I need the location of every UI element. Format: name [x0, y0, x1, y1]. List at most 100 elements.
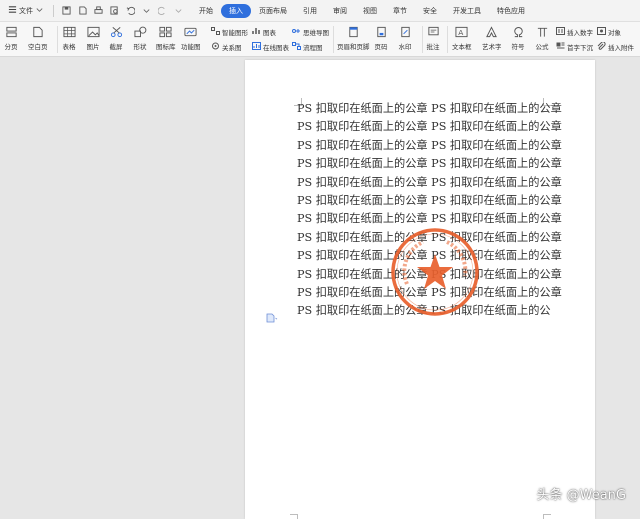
- blank-page-icon: [31, 25, 45, 38]
- text-line: PS 扣取印在纸面上的公章 PS 扣取印在纸面上的公章: [297, 138, 562, 152]
- number-icon: [556, 27, 565, 37]
- flowchart-button[interactable]: 流程图: [292, 42, 323, 52]
- shape-button[interactable]: 形状: [133, 25, 147, 51]
- smart-art-button[interactable]: 智能图形: [211, 27, 248, 37]
- online-chart-icon: [252, 42, 261, 52]
- insert-attachment-label: 插入附件: [608, 44, 634, 52]
- hamburger-icon: [8, 5, 17, 16]
- wordart-label: 艺术字: [482, 43, 502, 51]
- header-footer-button[interactable]: 页眉和页脚: [337, 25, 370, 51]
- text-line: PS 扣取印在纸面上的公章 PS 扣取印在纸面上的公章: [297, 102, 562, 115]
- icon-library-button[interactable]: 图标库: [156, 25, 176, 51]
- omega-icon: [511, 25, 525, 38]
- chart-label: 图表: [263, 29, 276, 37]
- wordart-button[interactable]: 艺术字: [482, 25, 502, 51]
- textbox-button[interactable]: A 文本框: [452, 25, 472, 51]
- flowchart-label: 流程图: [303, 44, 323, 52]
- icon-library-icon: [159, 25, 173, 38]
- divider: [447, 26, 448, 53]
- insert-number-label: 插入数字: [567, 29, 593, 37]
- divider: [333, 26, 334, 53]
- shape-icon: [133, 25, 147, 38]
- tab-references[interactable]: 引用: [295, 4, 325, 18]
- undo-icon[interactable]: [125, 6, 135, 16]
- symbol-button[interactable]: 符号: [511, 25, 525, 51]
- mind-map-button[interactable]: 思维导图: [292, 27, 329, 37]
- redo-icon[interactable]: [157, 6, 167, 16]
- margin-corner-mark: [543, 514, 551, 519]
- margin-corner-mark: [290, 514, 298, 519]
- textbox-icon: A: [455, 25, 469, 38]
- relation-chart-icon: [211, 42, 220, 52]
- comment-label: 批注: [426, 43, 440, 51]
- page-break-icon: [4, 25, 18, 38]
- blank-page-button[interactable]: 空白页: [28, 25, 48, 51]
- chevron-down-icon[interactable]: [173, 6, 183, 16]
- tab-review[interactable]: 审阅: [325, 4, 355, 18]
- wordart-icon: [485, 25, 499, 38]
- save-icon[interactable]: [61, 6, 71, 16]
- textbox-label: 文本框: [452, 43, 472, 51]
- scissors-icon: [109, 25, 123, 38]
- page-break-label: 分页: [4, 43, 18, 51]
- function-chart-label: 功能图: [181, 43, 201, 51]
- header-footer-icon: [346, 25, 360, 38]
- divider: [53, 4, 54, 17]
- online-chart-label: 在线图表: [263, 44, 289, 52]
- export-pdf-icon[interactable]: [77, 6, 87, 16]
- icon-library-label: 图标库: [156, 43, 176, 51]
- print-icon[interactable]: [93, 6, 103, 16]
- tab-page-layout[interactable]: 页面布局: [251, 4, 295, 18]
- tab-chapter[interactable]: 章节: [385, 4, 415, 18]
- tab-special[interactable]: 特色应用: [489, 4, 533, 18]
- relation-chart-button[interactable]: 关系图: [211, 42, 242, 52]
- tab-view[interactable]: 视图: [355, 4, 385, 18]
- smart-art-label: 智能图形: [222, 29, 248, 37]
- print-preview-icon[interactable]: [109, 6, 119, 16]
- tab-security[interactable]: 安全: [415, 4, 445, 18]
- tab-developer[interactable]: 开发工具: [445, 4, 489, 18]
- file-menu-label: 文件: [19, 6, 33, 15]
- insert-number-button[interactable]: 插入数字: [556, 27, 593, 37]
- paragraph-marker-icon[interactable]: [266, 308, 278, 323]
- picture-label: 图片: [86, 43, 100, 51]
- function-chart-button[interactable]: 功能图: [181, 25, 201, 51]
- tab-start[interactable]: 开始: [191, 4, 221, 18]
- text-line: PS 扣取印在纸面上的公章 PS 扣取印在纸面上的公章: [297, 157, 562, 171]
- page-number-button[interactable]: 页码: [374, 25, 388, 51]
- mind-map-label: 思维导图: [303, 29, 329, 37]
- object-label: 对象: [608, 29, 621, 37]
- ribbon-tabs: 开始 插入 页面布局 引用 审阅 视图 章节 安全 开发工具 特色应用: [191, 3, 533, 18]
- file-menu[interactable]: 文件: [4, 3, 48, 19]
- table-icon: [62, 25, 76, 38]
- insert-attachment-button[interactable]: 插入附件: [597, 41, 634, 52]
- drop-cap-button[interactable]: 首字下沉: [556, 42, 593, 52]
- formula-button[interactable]: 公式: [535, 25, 549, 51]
- object-button[interactable]: 对象: [597, 27, 621, 37]
- drop-cap-label: 首字下沉: [567, 44, 593, 52]
- chevron-down-icon[interactable]: [141, 6, 151, 16]
- table-button[interactable]: 表格: [62, 25, 76, 51]
- comment-button[interactable]: 批注: [426, 25, 440, 51]
- official-seal-stamp[interactable]: [389, 226, 481, 318]
- flowchart-icon: [292, 42, 301, 52]
- online-chart-button[interactable]: 在线图表: [252, 42, 289, 52]
- symbol-label: 符号: [511, 43, 525, 51]
- watermark-label: 水印: [398, 43, 412, 51]
- picture-button[interactable]: 图片: [86, 25, 100, 51]
- pi-icon: [535, 25, 549, 38]
- screenshot-button[interactable]: 截屏: [109, 25, 123, 51]
- watermark-icon: [398, 25, 412, 38]
- text-line: PS 扣取印在纸面上的公章 PS 扣取印在纸面上的公章: [297, 175, 562, 189]
- watermark-button[interactable]: 水印: [398, 25, 412, 51]
- tab-insert[interactable]: 插入: [221, 3, 251, 18]
- screenshot-label: 截屏: [109, 43, 123, 51]
- chart-button[interactable]: 图表: [252, 27, 276, 37]
- page-break-button[interactable]: 分页: [4, 25, 18, 51]
- text-line: PS 扣取印在纸面上的公章 PS 扣取印在纸面上的公章: [297, 120, 562, 134]
- divider: [57, 26, 58, 53]
- paperclip-icon: [597, 41, 606, 52]
- text-line: PS 扣取印在纸面上的公章 PS 扣取印在纸面上的公章: [297, 193, 562, 207]
- mind-map-icon: [292, 27, 301, 37]
- page-number-label: 页码: [374, 43, 388, 51]
